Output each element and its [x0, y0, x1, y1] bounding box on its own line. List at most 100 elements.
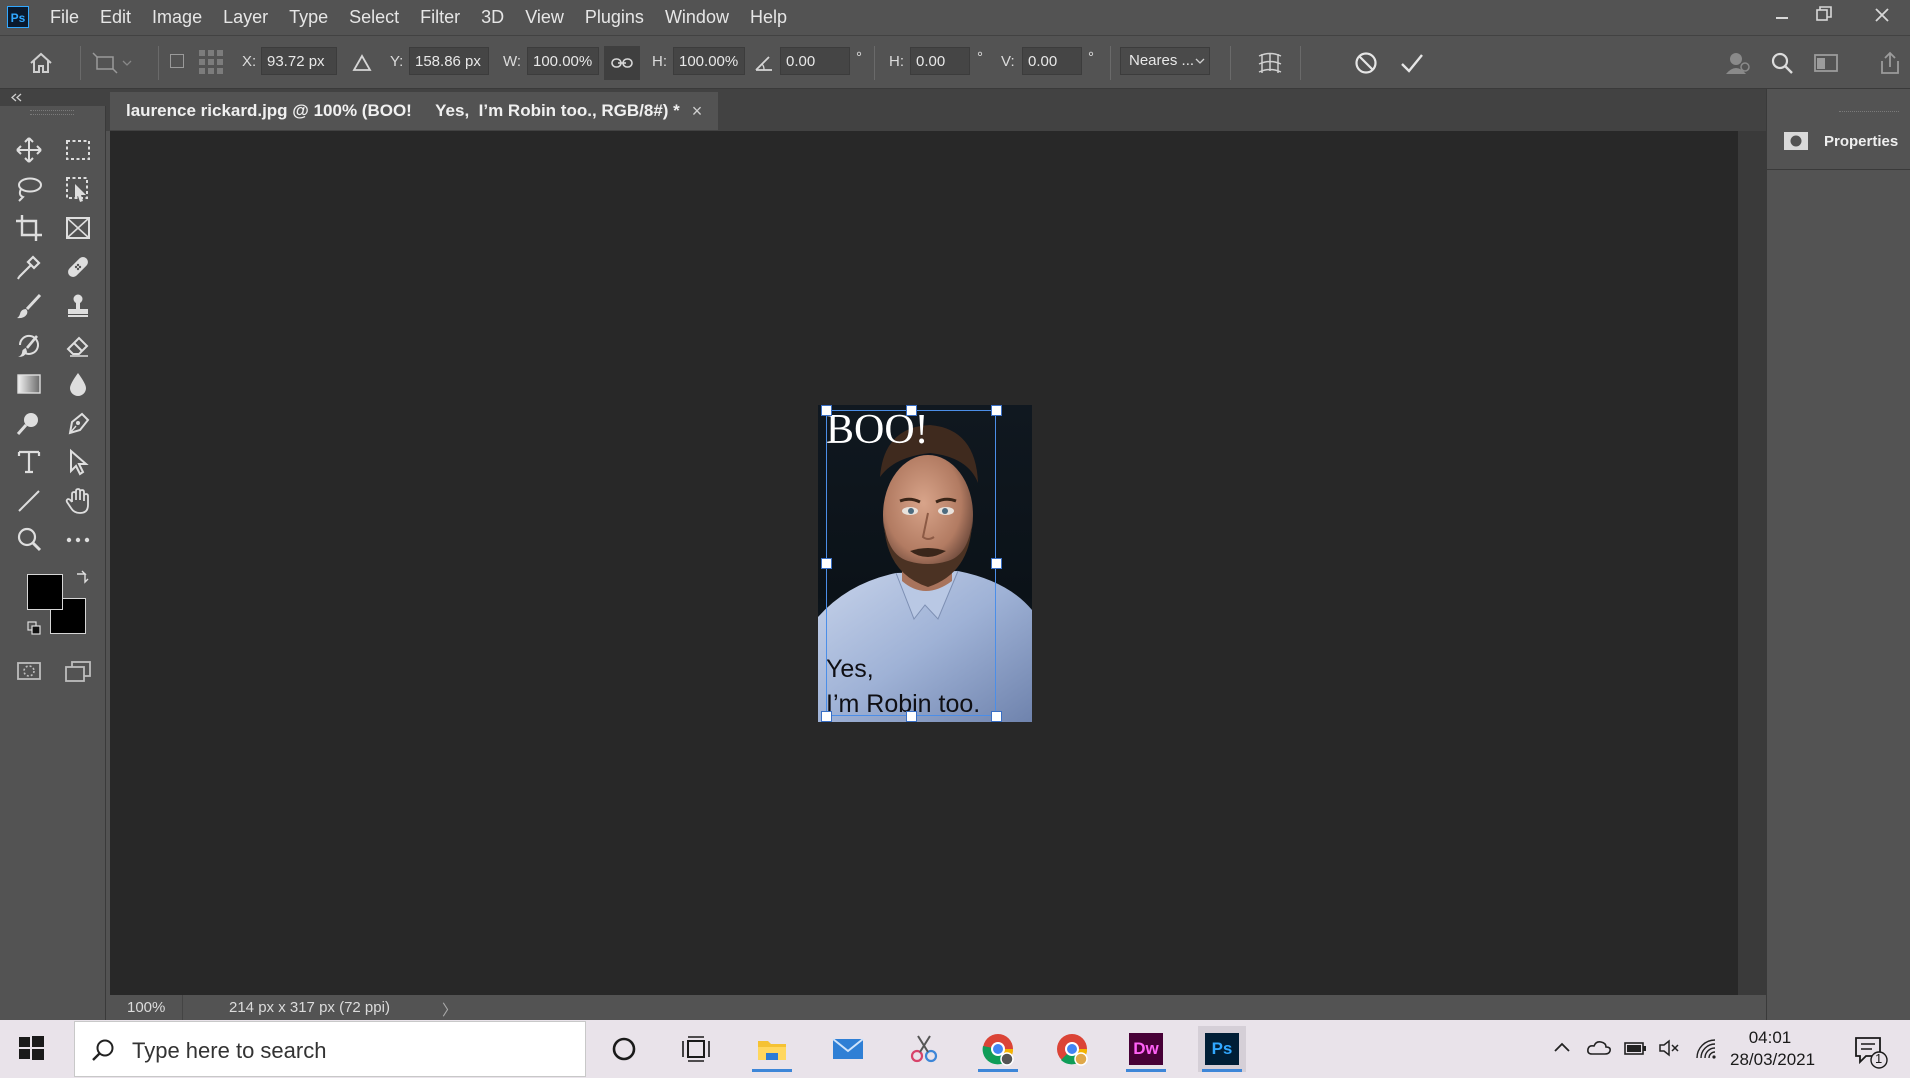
y-position-field[interactable]: 158.86 px: [409, 47, 489, 75]
healing-brush-tool[interactable]: [58, 248, 98, 286]
link-aspect-button[interactable]: [604, 46, 640, 80]
blur-tool[interactable]: [58, 365, 98, 403]
cancel-transform-button[interactable]: [1350, 47, 1382, 79]
transform-handle-top-right[interactable]: [991, 405, 1002, 416]
eyedropper-icon: [17, 255, 41, 280]
zoom-tool[interactable]: [9, 521, 49, 559]
minimize-button[interactable]: [1762, 4, 1802, 30]
share-button[interactable]: [1874, 47, 1906, 79]
clone-stamp-tool[interactable]: [58, 287, 98, 325]
height-scale-field[interactable]: 100.00%: [673, 47, 745, 75]
task-view-button[interactable]: [672, 1026, 720, 1072]
transform-handle-bottom[interactable]: [906, 711, 917, 722]
transform-handle-top-left[interactable]: [821, 405, 832, 416]
clock[interactable]: 04:01 28/03/2021: [1730, 1027, 1815, 1071]
battery-tray[interactable]: [1622, 1038, 1648, 1063]
quick-mask-button[interactable]: [9, 652, 49, 690]
move-tool[interactable]: [9, 131, 49, 169]
chrome-icon: [982, 1034, 1014, 1066]
history-brush-tool[interactable]: [9, 326, 49, 364]
collapse-left-icon[interactable]: [10, 93, 22, 102]
dodge-tool[interactable]: [9, 404, 49, 442]
network-tray[interactable]: [1694, 1038, 1718, 1065]
commit-transform-button[interactable]: [1396, 47, 1428, 79]
file-explorer-taskbar[interactable]: [748, 1026, 796, 1072]
photoshop-taskbar[interactable]: Ps: [1198, 1026, 1246, 1072]
volume-tray[interactable]: [1658, 1038, 1682, 1063]
x-position-field[interactable]: 93.72 px: [261, 47, 337, 75]
menu-3d[interactable]: 3D: [481, 7, 504, 28]
pen-tool[interactable]: [58, 404, 98, 442]
vertical-skew-field[interactable]: 0.00: [1022, 47, 1082, 75]
document-tab[interactable]: laurence rickard.jpg @ 100% (BOO! Yes, I…: [110, 92, 719, 130]
mail-taskbar[interactable]: [824, 1026, 872, 1072]
rotate-angle-field[interactable]: 0.00: [780, 47, 850, 75]
restore-button[interactable]: [1804, 4, 1844, 30]
close-tab-icon[interactable]: ×: [692, 101, 703, 122]
panel-title[interactable]: Properties: [1824, 133, 1898, 150]
menu-filter[interactable]: Filter: [420, 7, 460, 28]
line-tool[interactable]: [9, 482, 49, 520]
chrome-profile-taskbar[interactable]: [1048, 1026, 1096, 1072]
horizontal-skew-field[interactable]: 0.00: [910, 47, 970, 75]
menu-image[interactable]: Image: [152, 7, 202, 28]
relative-position-button[interactable]: [349, 51, 375, 75]
menu-file[interactable]: File: [50, 7, 79, 28]
vertical-scrollbar[interactable]: [1738, 131, 1766, 995]
menu-help[interactable]: Help: [750, 7, 787, 28]
transform-handle-right[interactable]: [991, 558, 1002, 569]
edit-toolbar-button[interactable]: [58, 521, 98, 559]
notification-center-button[interactable]: 1: [1852, 1034, 1892, 1074]
document-info[interactable]: 214 px x 317 px (72 ppi): [229, 999, 390, 1016]
transform-handle-bottom-left[interactable]: [821, 711, 832, 722]
warp-mode-button[interactable]: [1252, 46, 1288, 80]
hand-tool[interactable]: [58, 482, 98, 520]
taskbar-search-box[interactable]: Type here to search: [74, 1021, 586, 1077]
eraser-tool[interactable]: [58, 326, 98, 364]
snipping-tool-taskbar[interactable]: [900, 1026, 948, 1072]
brush-tool[interactable]: [9, 287, 49, 325]
menu-select[interactable]: Select: [349, 7, 399, 28]
reference-point-grid-icon[interactable]: [198, 49, 224, 75]
lasso-tool[interactable]: [9, 170, 49, 208]
search-button[interactable]: [1766, 47, 1798, 79]
menu-plugins[interactable]: Plugins: [585, 7, 644, 28]
width-scale-field[interactable]: 100.00%: [527, 47, 599, 75]
foreground-color-swatch[interactable]: [27, 574, 63, 610]
onedrive-tray[interactable]: [1586, 1038, 1612, 1063]
type-tool[interactable]: [9, 443, 49, 481]
transform-handle-top[interactable]: [906, 405, 917, 416]
zoom-level[interactable]: 100%: [127, 999, 165, 1016]
menu-type[interactable]: Type: [289, 7, 328, 28]
object-selection-tool[interactable]: [58, 170, 98, 208]
home-button[interactable]: [24, 47, 58, 79]
cortana-button[interactable]: [600, 1026, 648, 1072]
default-colors-button[interactable]: [27, 621, 41, 640]
start-button[interactable]: [16, 1033, 54, 1071]
eyedropper-tool[interactable]: [9, 248, 49, 286]
swap-colors-button[interactable]: [75, 570, 89, 589]
workspace-button[interactable]: [1810, 47, 1842, 79]
gradient-tool[interactable]: [9, 365, 49, 403]
frame-tool[interactable]: [58, 209, 98, 247]
transform-handle-left[interactable]: [821, 558, 832, 569]
chrome-taskbar[interactable]: [974, 1026, 1022, 1072]
transform-preset-button[interactable]: [88, 47, 136, 79]
menu-view[interactable]: View: [525, 7, 564, 28]
menu-window[interactable]: Window: [665, 7, 729, 28]
menu-edit[interactable]: Edit: [100, 7, 131, 28]
interpolation-dropdown[interactable]: Neares ...: [1120, 47, 1210, 75]
show-hidden-icons-button[interactable]: [1552, 1038, 1572, 1063]
transform-bounding-box[interactable]: [826, 410, 996, 716]
close-window-button[interactable]: [1862, 4, 1902, 30]
marquee-tool[interactable]: [58, 131, 98, 169]
crop-tool[interactable]: [9, 209, 49, 247]
screen-mode-button[interactable]: [58, 652, 98, 690]
status-menu-arrow[interactable]: 〉: [442, 999, 457, 1020]
menu-layer[interactable]: Layer: [223, 7, 268, 28]
reference-point-checkbox[interactable]: [170, 54, 184, 68]
path-selection-tool[interactable]: [58, 443, 98, 481]
transform-handle-bottom-right[interactable]: [991, 711, 1002, 722]
user-account-button[interactable]: [1722, 47, 1754, 79]
dreamweaver-taskbar[interactable]: Dw: [1122, 1026, 1170, 1072]
